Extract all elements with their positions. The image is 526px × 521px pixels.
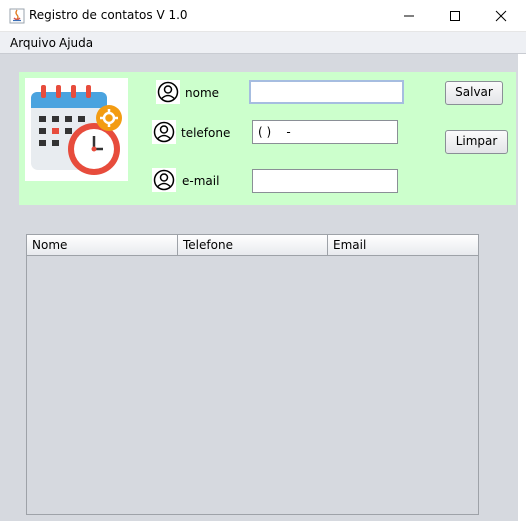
minimize-button[interactable]	[386, 0, 432, 32]
column-header-email[interactable]: Email	[328, 235, 478, 255]
java-app-icon	[9, 8, 25, 24]
email-user-icon	[152, 168, 176, 192]
telefone-user-icon	[152, 120, 176, 144]
menu-bar: Arquivo Ajuda	[0, 32, 526, 54]
window-right-edge	[518, 54, 526, 521]
telefone-input[interactable]	[252, 120, 398, 144]
nome-input[interactable]	[249, 80, 404, 104]
column-header-nome[interactable]: Nome	[27, 235, 178, 255]
telefone-label: telefone	[181, 126, 231, 140]
save-button[interactable]: Salvar	[445, 81, 503, 105]
window-title: Registro de contatos V 1.0	[29, 8, 188, 22]
title-bar: Registro de contatos V 1.0	[0, 0, 526, 32]
table-header: Nome Telefone Email	[27, 235, 478, 256]
calendar-clock-icon	[25, 78, 128, 181]
close-button[interactable]	[478, 0, 524, 32]
email-input[interactable]	[252, 169, 398, 193]
contacts-table[interactable]: Nome Telefone Email	[26, 234, 479, 515]
column-header-telefone[interactable]: Telefone	[178, 235, 328, 255]
nome-label: nome	[185, 86, 220, 100]
clear-button[interactable]: Limpar	[445, 130, 508, 154]
maximize-button[interactable]	[432, 0, 478, 32]
nome-user-icon	[156, 80, 180, 104]
menu-arquivo[interactable]: Arquivo	[10, 36, 56, 50]
menu-ajuda[interactable]: Ajuda	[59, 36, 93, 50]
email-label: e-mail	[182, 174, 220, 188]
